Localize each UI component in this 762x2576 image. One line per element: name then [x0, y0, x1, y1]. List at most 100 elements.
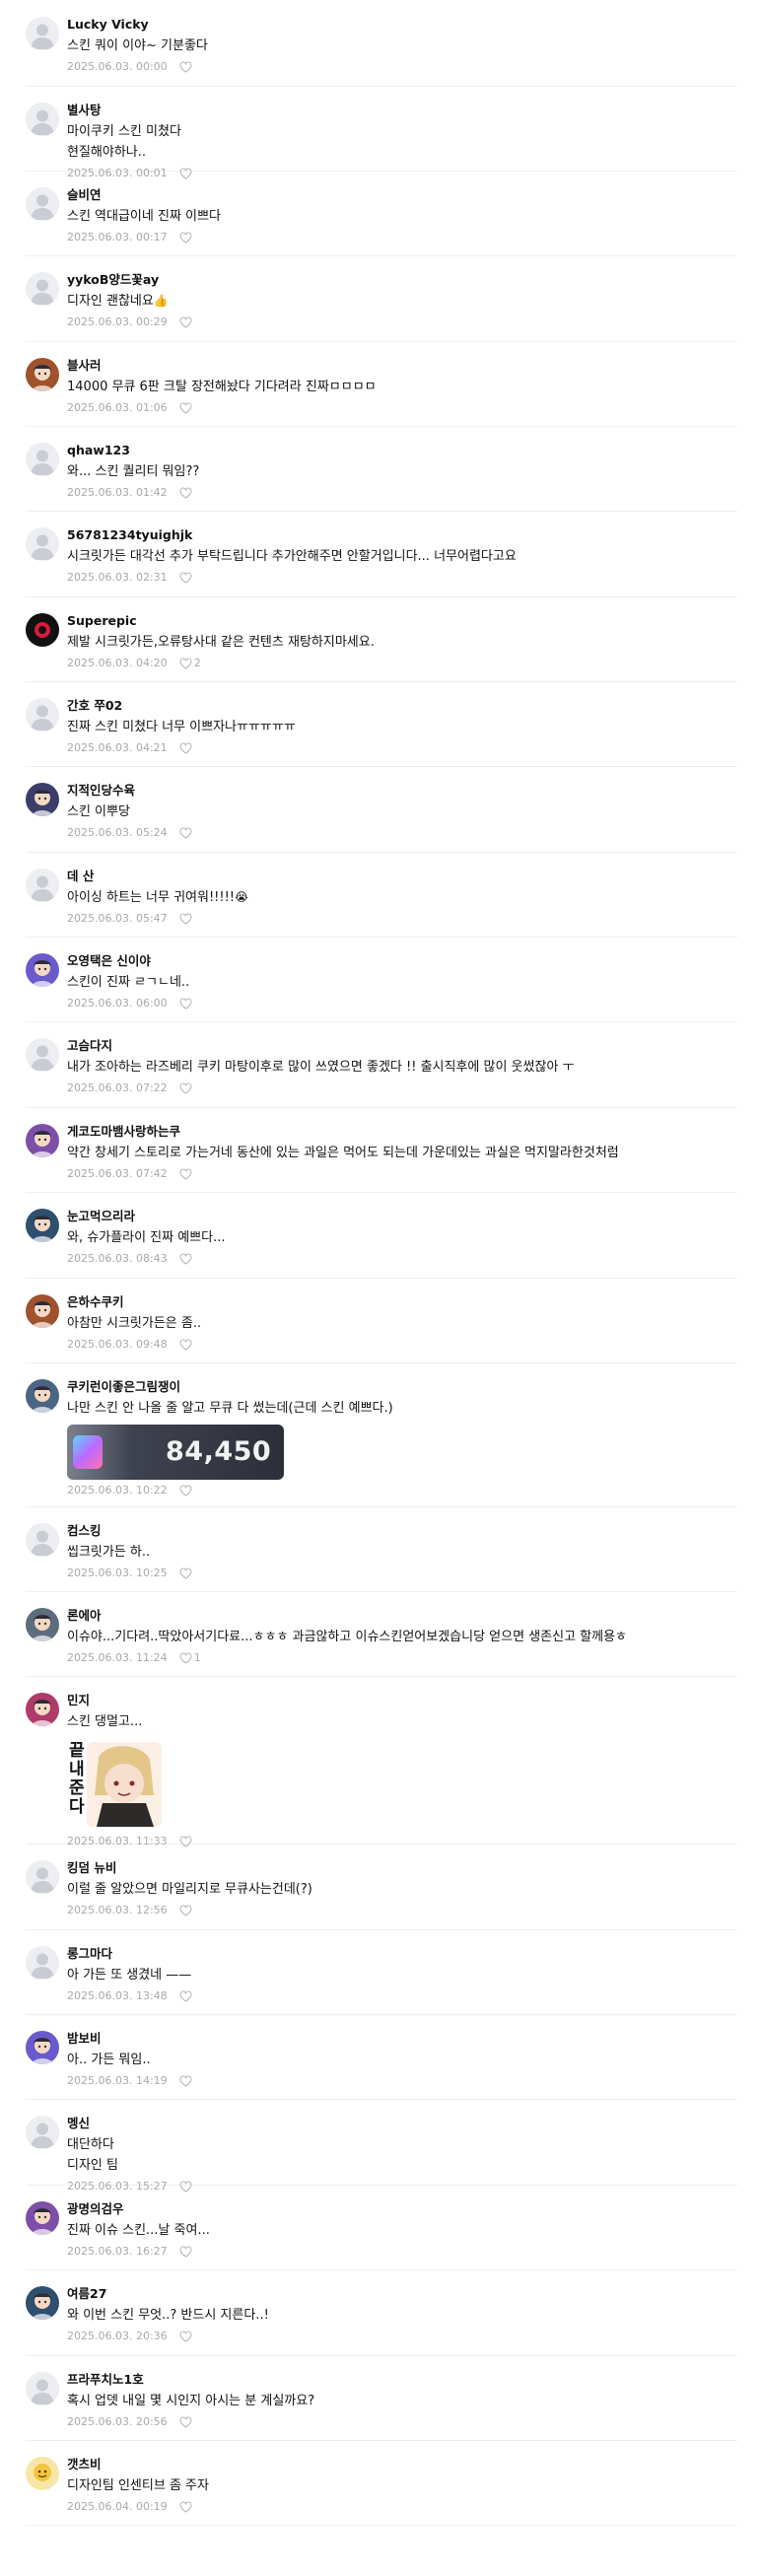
avatar[interactable]: [26, 613, 59, 647]
avatar[interactable]: [26, 2286, 59, 2320]
avatar[interactable]: [26, 1209, 59, 1242]
comment-text-content: 약간 창세기 스토리로 가는거네 동산에 있는 과일은 먹어도 되는데 가운데있…: [67, 1146, 619, 1160]
comment-date: 2025.06.03. 00:00: [67, 60, 168, 73]
avatar[interactable]: [26, 358, 59, 391]
like-button[interactable]: [179, 402, 192, 414]
like-button[interactable]: [179, 998, 192, 1010]
comment-author[interactable]: 56781234tyuighjk: [67, 526, 737, 543]
comment-author[interactable]: 오영택은 신이야: [67, 952, 737, 969]
comment-meta: 2025.06.03. 09:48: [67, 1337, 737, 1353]
avatar[interactable]: [26, 1860, 59, 1894]
comment-author[interactable]: 슬비연: [67, 186, 737, 203]
comment-author[interactable]: 은하수쿠키: [67, 1293, 737, 1310]
avatar[interactable]: [26, 443, 59, 476]
comment-author[interactable]: 쿠키런이좋은그림쟁이: [67, 1378, 737, 1395]
avatar[interactable]: [26, 698, 59, 731]
comment-text: 디자인팀 인센티브 좀 주자: [67, 2475, 737, 2496]
comment-text: 이슈야...기다려..딱았아서기다료...ㅎㅎㅎ 과금않하고 이슈스킨얻어보겠습…: [67, 1627, 737, 1647]
avatar[interactable]: [26, 1124, 59, 1157]
comment-date: 2025.06.03. 02:31: [67, 571, 168, 584]
like-button[interactable]: [179, 572, 192, 584]
like-button[interactable]: [179, 2331, 192, 2342]
like-button[interactable]: [179, 232, 192, 244]
avatar[interactable]: [26, 2372, 59, 2405]
like-button[interactable]: [179, 913, 192, 925]
like-button[interactable]: [179, 2246, 192, 2258]
comment-author[interactable]: 민지: [67, 1692, 737, 1708]
heart-icon: [179, 2246, 192, 2258]
like-button[interactable]: [179, 742, 192, 754]
comment-author[interactable]: 론에아: [67, 1607, 737, 1624]
avatar[interactable]: [26, 2201, 59, 2235]
avatar[interactable]: [26, 272, 59, 306]
avatar[interactable]: [26, 2031, 59, 2064]
like-button[interactable]: 1: [179, 1650, 201, 1666]
comment-author[interactable]: 광명의검우: [67, 2200, 737, 2217]
avatar[interactable]: [26, 187, 59, 221]
comment-author[interactable]: 고슴다지: [67, 1037, 737, 1054]
like-button[interactable]: [179, 1082, 192, 1094]
comment-author[interactable]: 간호 쭈02: [67, 697, 737, 714]
comment-author[interactable]: 프라푸치노1호: [67, 2371, 737, 2388]
heart-icon: [179, 316, 192, 328]
like-button[interactable]: [179, 1339, 192, 1351]
like-button[interactable]: [179, 2501, 192, 2513]
comment-text: 와 이번 스킨 무엇..? 반드시 지른다..!: [67, 2305, 737, 2326]
like-button[interactable]: [179, 61, 192, 73]
like-button[interactable]: [179, 2416, 192, 2428]
like-button[interactable]: [179, 1567, 192, 1579]
like-button[interactable]: [179, 827, 192, 839]
comment-author[interactable]: 블사러: [67, 357, 737, 374]
comment-author[interactable]: 롱그마다: [67, 1945, 737, 1962]
comment-author[interactable]: 지적인당수육: [67, 782, 737, 799]
avatar[interactable]: [26, 1294, 59, 1328]
comment-body: qhaw123 와... 스킨 퀄리티 뭐임?? 2025.06.03. 01:42: [67, 442, 737, 501]
comment-text-content: 이슈야...기다려..딱았아서기다료...ㅎㅎㅎ 과금않하고 이슈스킨얻어보겠습…: [67, 1630, 628, 1644]
comment-author[interactable]: qhaw123: [67, 442, 737, 458]
comment-author[interactable]: 갯츠비: [67, 2456, 737, 2472]
comment-body: Superepic 제발 시크릿가든,오류탕사대 같은 컨텐츠 재탕하지마세요. 2…: [67, 612, 737, 671]
comment-author[interactable]: 킹덤 뉴비: [67, 1859, 737, 1876]
comment-author[interactable]: 멩신: [67, 2115, 737, 2131]
avatar[interactable]: [26, 17, 59, 50]
avatar[interactable]: [26, 1523, 59, 1557]
like-button[interactable]: [179, 1905, 192, 1916]
avatar[interactable]: [26, 527, 59, 561]
comment-author[interactable]: 데 산: [67, 868, 737, 884]
comment-author[interactable]: 눈고먹으리라: [67, 1208, 737, 1224]
comment-author[interactable]: 컴스킹: [67, 1522, 737, 1539]
comment-author[interactable]: Lucky Vicky: [67, 16, 737, 33]
comment-author[interactable]: yykoB양드꽃ay: [67, 271, 737, 288]
comment-author[interactable]: Superepic: [67, 612, 737, 629]
avatar[interactable]: [26, 1608, 59, 1641]
comment-author[interactable]: 별사탕: [67, 102, 737, 118]
avatar[interactable]: [26, 1038, 59, 1072]
avatar[interactable]: [26, 1379, 59, 1413]
avatar[interactable]: [26, 1693, 59, 1726]
like-button[interactable]: 2: [179, 656, 201, 671]
comment-meta: 2025.06.03. 01:42: [67, 485, 737, 501]
comment-author[interactable]: 게코도마뱀사랑하는쿠: [67, 1123, 737, 1140]
like-button[interactable]: [179, 1168, 192, 1180]
attachment-image[interactable]: 84,450: [67, 1425, 284, 1480]
attachment-sticker[interactable]: 끝내준다: [67, 1738, 164, 1831]
avatar[interactable]: [26, 783, 59, 816]
like-button[interactable]: [179, 1485, 192, 1497]
comment-author[interactable]: 밤보비: [67, 2030, 737, 2047]
like-button[interactable]: [179, 2075, 192, 2087]
avatar[interactable]: [26, 1946, 59, 1980]
comment-text-line: 디자인 팀: [67, 2155, 737, 2176]
avatar[interactable]: [26, 2116, 59, 2149]
avatar[interactable]: [26, 2457, 59, 2490]
avatar[interactable]: [26, 103, 59, 136]
comment-date: 2025.06.03. 06:00: [67, 997, 168, 1010]
like-button[interactable]: [179, 316, 192, 328]
like-button[interactable]: [179, 1253, 192, 1265]
heart-icon: [179, 913, 192, 925]
avatar[interactable]: [26, 953, 59, 987]
like-button[interactable]: [179, 1990, 192, 2002]
comment-meta: 2025.06.03. 05:24: [67, 825, 737, 841]
avatar[interactable]: [26, 869, 59, 902]
comment-author[interactable]: 여름27: [67, 2285, 737, 2302]
like-button[interactable]: [179, 487, 192, 499]
